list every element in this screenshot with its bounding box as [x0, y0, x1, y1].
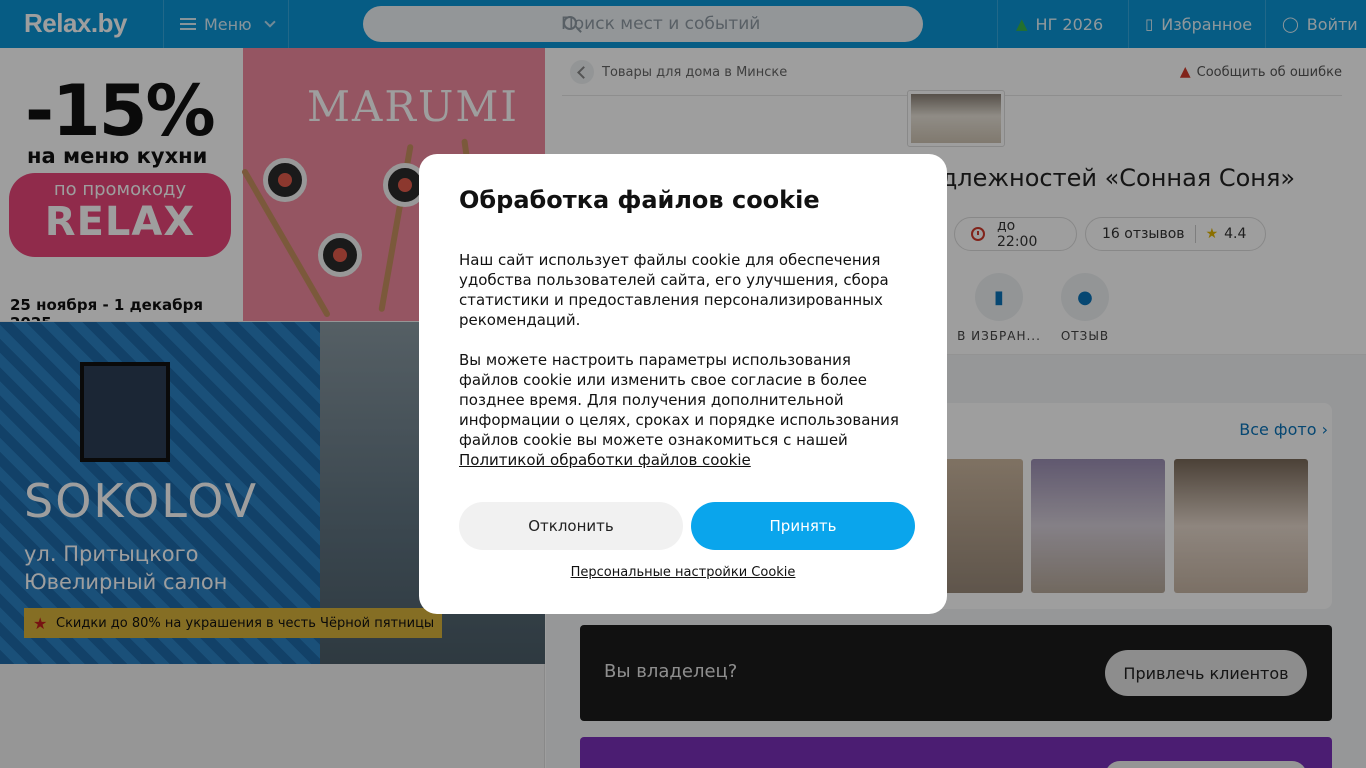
decline-button[interactable]: Отклонить — [459, 502, 683, 550]
cookie-consent-dialog: Обработка файлов cookie Наш сайт использ… — [419, 154, 947, 614]
cookie-dialog-text: Наш сайт использует файлы cookie для обе… — [459, 250, 909, 490]
cookie-policy-link[interactable]: Политикой обработки файлов cookie — [459, 451, 751, 469]
accept-button[interactable]: Принять — [691, 502, 915, 550]
cookie-paragraph-2-text: Вы можете настроить параметры использова… — [459, 351, 899, 449]
cookie-paragraph-1: Наш сайт использует файлы cookie для обе… — [459, 251, 889, 329]
cookie-paragraph-2: Вы можете настроить параметры использова… — [459, 350, 909, 470]
cookie-dialog-title: Обработка файлов cookie — [459, 186, 820, 214]
personal-cookie-settings-link[interactable]: Персональные настройки Cookie — [419, 565, 947, 580]
